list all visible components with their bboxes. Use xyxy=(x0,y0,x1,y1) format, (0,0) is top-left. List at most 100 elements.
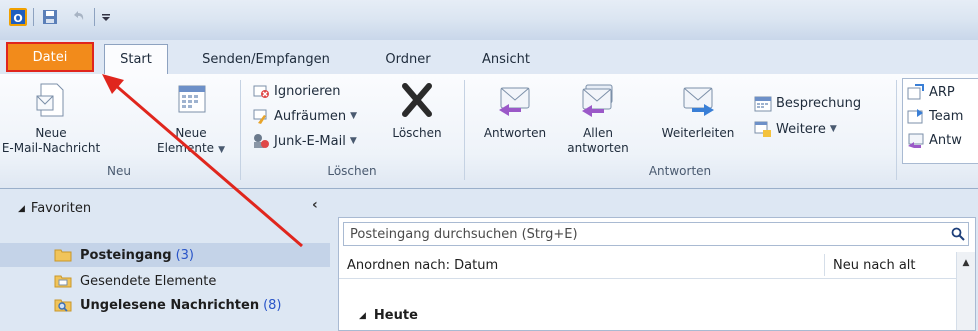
favorites-header[interactable]: ◢ Favoriten xyxy=(18,201,91,216)
delete-x-icon xyxy=(397,80,437,120)
new-items-label-2: Elemente xyxy=(157,141,215,155)
reply-icon xyxy=(495,80,535,120)
group-label-antworten: Antworten xyxy=(648,164,712,178)
new-items-label-1: Neue xyxy=(175,126,207,140)
folder-name: Gesendete Elemente xyxy=(80,273,217,289)
svg-text:O: O xyxy=(13,12,22,25)
scrollbar[interactable]: ▲ xyxy=(956,252,975,330)
ignore-icon xyxy=(252,82,270,100)
search-placeholder: Posteingang durchsuchen (Strg+E) xyxy=(350,226,578,242)
new-items-icon xyxy=(171,80,211,120)
new-email-icon xyxy=(31,80,71,120)
customize-qat-icon[interactable] xyxy=(98,6,114,28)
meeting-label: Besprechung xyxy=(776,95,862,111)
mail-list-pane: Posteingang durchsuchen (Strg+E) Anordne… xyxy=(334,189,978,331)
tab-ordner[interactable]: Ordner xyxy=(378,48,438,72)
qat-divider xyxy=(94,8,95,26)
forward-label: Weiterleiten xyxy=(661,126,735,140)
tab-ansicht[interactable]: Ansicht xyxy=(474,48,538,72)
search-folder-icon xyxy=(54,298,72,312)
sort-order[interactable]: Neu nach alt xyxy=(825,258,961,273)
ignore-button[interactable]: Ignorieren xyxy=(252,80,341,102)
group-label-neu: Neu xyxy=(107,164,131,178)
group-heute-label: Heute xyxy=(373,308,418,323)
tab-senden-empfangen[interactable]: Senden/Empfangen xyxy=(188,48,344,72)
sort-header: Anordnen nach: Datum Neu nach alt ▼ xyxy=(339,252,975,279)
chevron-down-icon: ▼ xyxy=(829,124,837,134)
delete-button[interactable]: Löschen xyxy=(388,80,446,141)
new-email-label-2: E-Mail-Nachricht xyxy=(1,141,101,155)
folder-name: Posteingang xyxy=(80,247,172,263)
chevron-down-icon: ▼ xyxy=(218,145,225,155)
mail-list: Posteingang durchsuchen (Strg+E) Anordne… xyxy=(338,217,976,331)
quickstep-team[interactable]: Team xyxy=(907,105,963,127)
tab-start[interactable]: Start xyxy=(104,44,168,75)
chevron-down-icon: ▼ xyxy=(349,136,357,146)
navigation-pane: ◢ Favoriten ‹ Posteingang (3) Gesendete … xyxy=(0,189,334,331)
ignore-label: Ignorieren xyxy=(274,83,341,99)
junk-email-label: Junk-E-Mail xyxy=(274,133,346,149)
qat-divider xyxy=(33,8,34,26)
scroll-up-icon[interactable]: ▲ xyxy=(957,258,975,268)
chevron-down-icon: ▼ xyxy=(350,111,358,121)
reply-all-button[interactable]: Allen antworten xyxy=(562,80,634,156)
junk-email-icon xyxy=(252,132,270,150)
search-icon[interactable] xyxy=(948,227,968,241)
folder-gesendete-elemente[interactable]: Gesendete Elemente xyxy=(0,269,330,293)
expand-triangle-icon: ◢ xyxy=(359,310,366,321)
quickstep-antw[interactable]: Antw xyxy=(907,129,962,151)
folder-posteingang[interactable]: Posteingang (3) xyxy=(0,243,330,267)
quickstep-arp[interactable]: ARP xyxy=(907,81,955,103)
title-bar: O xyxy=(0,0,978,40)
outlook-logo-icon[interactable]: O xyxy=(8,6,28,28)
group-divider xyxy=(896,80,897,180)
tab-datei[interactable]: Datei xyxy=(6,42,94,72)
quick-steps-gallery: ARP Team Antw xyxy=(902,78,978,164)
reply-all-label-2: antworten xyxy=(567,141,629,155)
unread-count: (3) xyxy=(175,247,194,263)
forward-icon xyxy=(678,80,718,120)
quickstep-arp-label: ARP xyxy=(929,84,955,100)
reply-button[interactable]: Antworten xyxy=(470,80,560,141)
meeting-calendar-icon xyxy=(754,94,772,112)
new-email-button[interactable]: Neue E-Mail-Nachricht xyxy=(0,80,102,156)
quickstep-antw-label: Antw xyxy=(929,132,962,148)
new-items-button[interactable]: Neue Elemente ▼ xyxy=(150,80,232,158)
quickstep-team-label: Team xyxy=(929,108,964,124)
ribbon: Neue E-Mail-Nachricht Neue Elemente ▼ Neu… xyxy=(0,74,978,189)
group-divider xyxy=(240,80,241,180)
quickstep-arp-icon xyxy=(907,83,925,101)
cleanup-label: Aufräumen xyxy=(274,108,347,124)
more-label: Weitere xyxy=(776,121,826,137)
cleanup-button[interactable]: Aufräumen ▼ xyxy=(252,105,357,127)
more-button[interactable]: Weitere ▼ xyxy=(754,118,837,140)
favorites-label: Favoriten xyxy=(30,201,92,216)
ribbon-tabs: Datei Start Senden/Empfangen Ordner Ansi… xyxy=(0,40,978,75)
more-icon xyxy=(754,120,772,138)
reply-all-label-1: Allen xyxy=(583,126,613,140)
cleanup-icon xyxy=(252,107,270,125)
undo-icon[interactable] xyxy=(68,6,88,28)
group-divider xyxy=(464,80,465,180)
reply-all-icon xyxy=(578,80,618,120)
folder-name: Ungelesene Nachrichten xyxy=(80,297,260,313)
inbox-folder-icon xyxy=(54,248,72,262)
meeting-button[interactable]: Besprechung xyxy=(754,92,861,114)
folder-ungelesene-nachrichten[interactable]: Ungelesene Nachrichten (8) xyxy=(0,293,330,317)
group-header-heute[interactable]: ◢ Heute xyxy=(359,308,418,323)
group-label-loeschen: Löschen xyxy=(327,164,377,178)
expand-triangle-icon: ◢ xyxy=(18,203,25,214)
quickstep-antw-icon xyxy=(907,131,925,149)
new-email-label-1: Neue xyxy=(35,126,67,140)
quickstep-team-icon xyxy=(907,107,925,125)
delete-label: Löschen xyxy=(392,126,442,140)
reply-label: Antworten xyxy=(483,126,547,140)
unread-count: (8) xyxy=(263,297,282,313)
sent-folder-icon xyxy=(54,274,72,288)
junk-email-button[interactable]: Junk-E-Mail ▼ xyxy=(252,130,357,152)
collapse-pane-icon[interactable]: ‹ xyxy=(312,197,318,213)
search-input[interactable]: Posteingang durchsuchen (Strg+E) xyxy=(343,222,969,246)
save-icon[interactable] xyxy=(40,6,60,28)
sort-by-date[interactable]: Anordnen nach: Datum xyxy=(339,258,824,273)
forward-button[interactable]: Weiterleiten xyxy=(650,80,746,141)
